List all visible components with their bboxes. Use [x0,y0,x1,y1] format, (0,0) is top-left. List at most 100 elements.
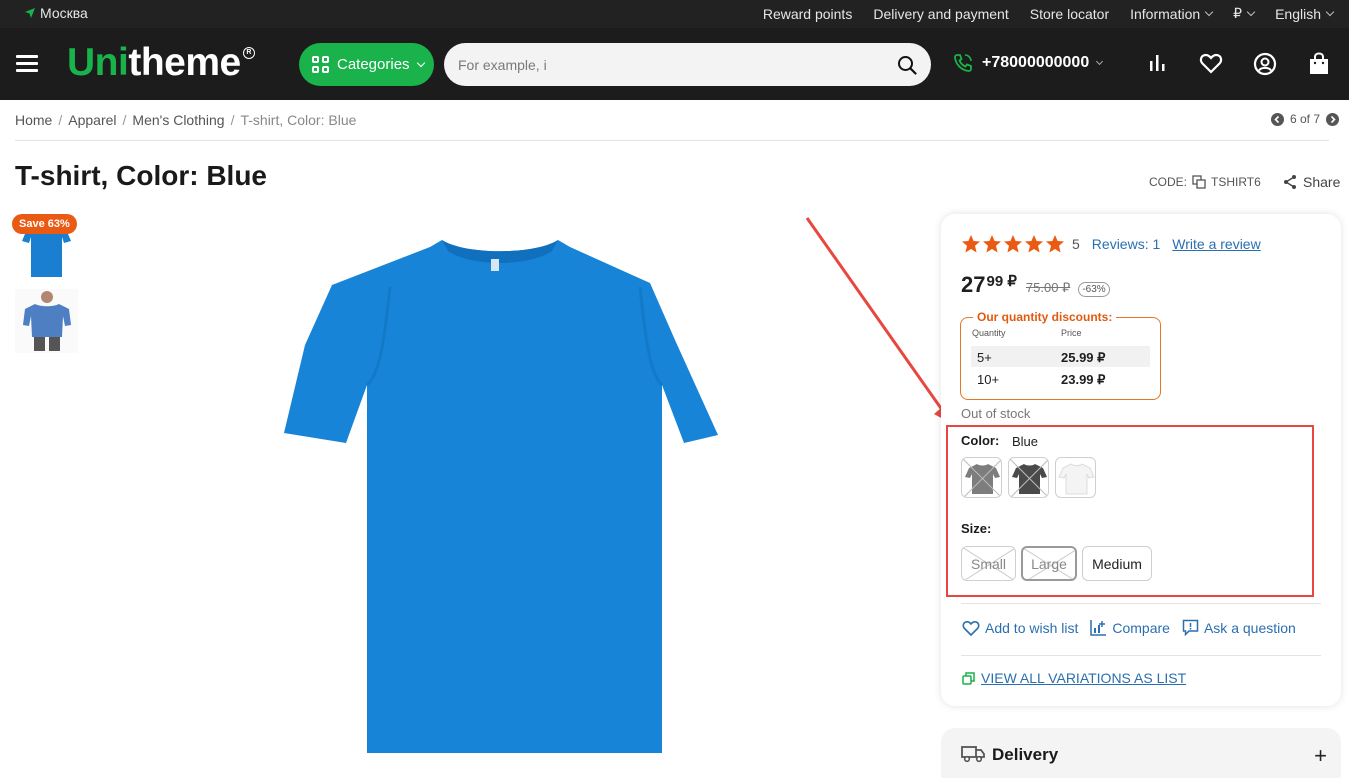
code-value: TSHIRT6 [1211,175,1261,189]
logo-suffix: theme [128,41,241,84]
cart-bag-icon[interactable] [1308,52,1330,76]
price-discount: -63% [1078,282,1110,297]
size-option-large[interactable]: Large [1021,546,1077,581]
categories-label: Categories [337,56,410,73]
compare-link[interactable]: Compare [1090,619,1170,636]
phone-number: +78000000000 [982,54,1090,71]
breadcrumb-current: T-shirt, Color: Blue [240,112,357,128]
next-product-icon[interactable] [1326,112,1339,126]
price-cents: 99 ₽ [986,273,1017,290]
top-bar: Москва Reward points Delivery and paymen… [0,0,1349,28]
language-menu[interactable]: English [1275,5,1335,22]
color-label: Color: [961,433,1000,448]
currency-label: ₽ [1233,5,1243,21]
delivery-accordion[interactable]: Delivery + [941,728,1341,778]
size-medium-label: Medium [1092,555,1142,572]
site-logo[interactable]: Unitheme R [67,41,255,85]
pager-count: 6 of 7 [1289,112,1320,126]
reviews-link[interactable]: Reviews: 1 [1092,236,1160,252]
phone-menu[interactable]: +78000000000 [952,52,1104,74]
categories-button[interactable]: Categories [299,43,434,86]
city-label: Москва [40,5,88,21]
product-purchase-panel: 5 Reviews: 1 Write a review 27 99 ₽ 75.0… [941,214,1341,706]
city-selector[interactable]: Москва [24,5,88,21]
star-icon [1025,235,1043,253]
compare-icon[interactable] [1146,52,1168,74]
ask-question-link[interactable]: Ask a question [1182,619,1296,636]
size-label: Size: [961,521,992,536]
star-icon [1046,235,1064,253]
star-icon [983,235,1001,253]
copy-icon[interactable] [1192,175,1206,189]
breadcrumb-mens-clothing[interactable]: Men's Clothing [132,112,224,128]
product-code: CODE: TSHIRT6 [1149,175,1261,189]
registered-icon: R [242,47,255,59]
product-pager: 6 of 7 [1270,112,1339,126]
information-label: Information [1130,5,1201,22]
discount-row: 5+ 25.99 ₽ [971,346,1150,367]
chevron-down-icon [1246,7,1256,16]
discount-qty: 5+ [977,350,992,365]
wishlist-heart-icon[interactable] [1199,52,1223,74]
quantity-discounts-box: Our quantity discounts: Quantity Price 5… [960,310,1161,400]
rating-stars [961,234,1065,254]
grid-icon [312,56,329,73]
star-icon [1004,235,1022,253]
share-label: Share [1303,174,1341,190]
delivery-payment-link[interactable]: Delivery and payment [873,5,1008,22]
language-label: English [1275,5,1321,22]
write-review-link[interactable]: Write a review [1172,236,1260,252]
discount-price: 23.99 ₽ [1061,372,1106,387]
discount-qty: 10+ [977,372,1000,387]
logo-prefix: Uni [67,41,129,84]
breadcrumb-divider [15,140,1329,141]
compare-chart-icon [1090,620,1107,636]
information-menu[interactable]: Information [1130,5,1214,22]
product-actions: Add to wish list Compare Ask a question [962,619,1296,636]
account-icon[interactable] [1253,52,1277,76]
main-header: UnithemeR Categories +78000000000 [0,28,1349,100]
add-to-wishlist-link[interactable]: Add to wish list [962,619,1078,636]
breadcrumb-separator: / [230,112,235,128]
expand-plus-icon[interactable]: + [1314,743,1327,769]
panel-divider [961,603,1321,604]
product-title: T-shirt, Color: Blue [15,160,267,191]
size-large-label: Large [1031,555,1067,572]
panel-divider [961,655,1321,656]
size-option-small[interactable]: Small [961,546,1016,581]
ask-question-label: Ask a question [1203,619,1296,636]
thumbnail-model-tshirt[interactable] [15,289,78,353]
color-swatch-white[interactable] [1055,457,1096,498]
heart-icon [962,620,980,636]
hamburger-menu-icon[interactable] [16,55,38,73]
store-locator-link[interactable]: Store locator [1030,5,1109,22]
breadcrumb-home[interactable]: Home [15,112,52,128]
stock-status: Out of stock [961,406,1031,421]
share-button[interactable]: Share [1283,174,1340,190]
color-swatch-dark[interactable] [1008,457,1049,498]
price-main: 27 [961,272,986,297]
view-all-variations-link[interactable]: VIEW ALL VARIATIONS AS LIST [962,670,1186,686]
search-input[interactable] [458,54,878,76]
chevron-down-icon [1204,7,1214,16]
breadcrumb-apparel[interactable]: Apparel [68,112,116,128]
star-icon [962,235,980,253]
discount-col-quantity: Quantity [972,328,1006,338]
breadcrumb-separator: / [122,112,127,128]
color-swatch-grey[interactable] [961,457,1002,498]
currency-menu[interactable]: ₽ [1233,5,1256,22]
search-icon[interactable] [897,55,917,75]
location-arrow-icon [25,8,35,18]
breadcrumb-separator: / [58,112,63,128]
compare-label: Compare [1112,619,1170,636]
price-old: 75.00 ₽ [1025,280,1071,295]
breadcrumb: Home / Apparel / Men's Clothing / T-shirt, … [15,112,356,128]
product-main-image[interactable] [270,225,730,765]
size-small-label: Small [970,555,1006,572]
reward-points-link[interactable]: Reward points [763,5,853,22]
delivery-title: Delivery [992,745,1059,764]
discount-badge: Save 63% [12,214,77,234]
chevron-down-icon [1096,57,1104,65]
size-option-medium[interactable]: Medium [1082,546,1152,581]
prev-product-icon[interactable] [1270,112,1284,126]
